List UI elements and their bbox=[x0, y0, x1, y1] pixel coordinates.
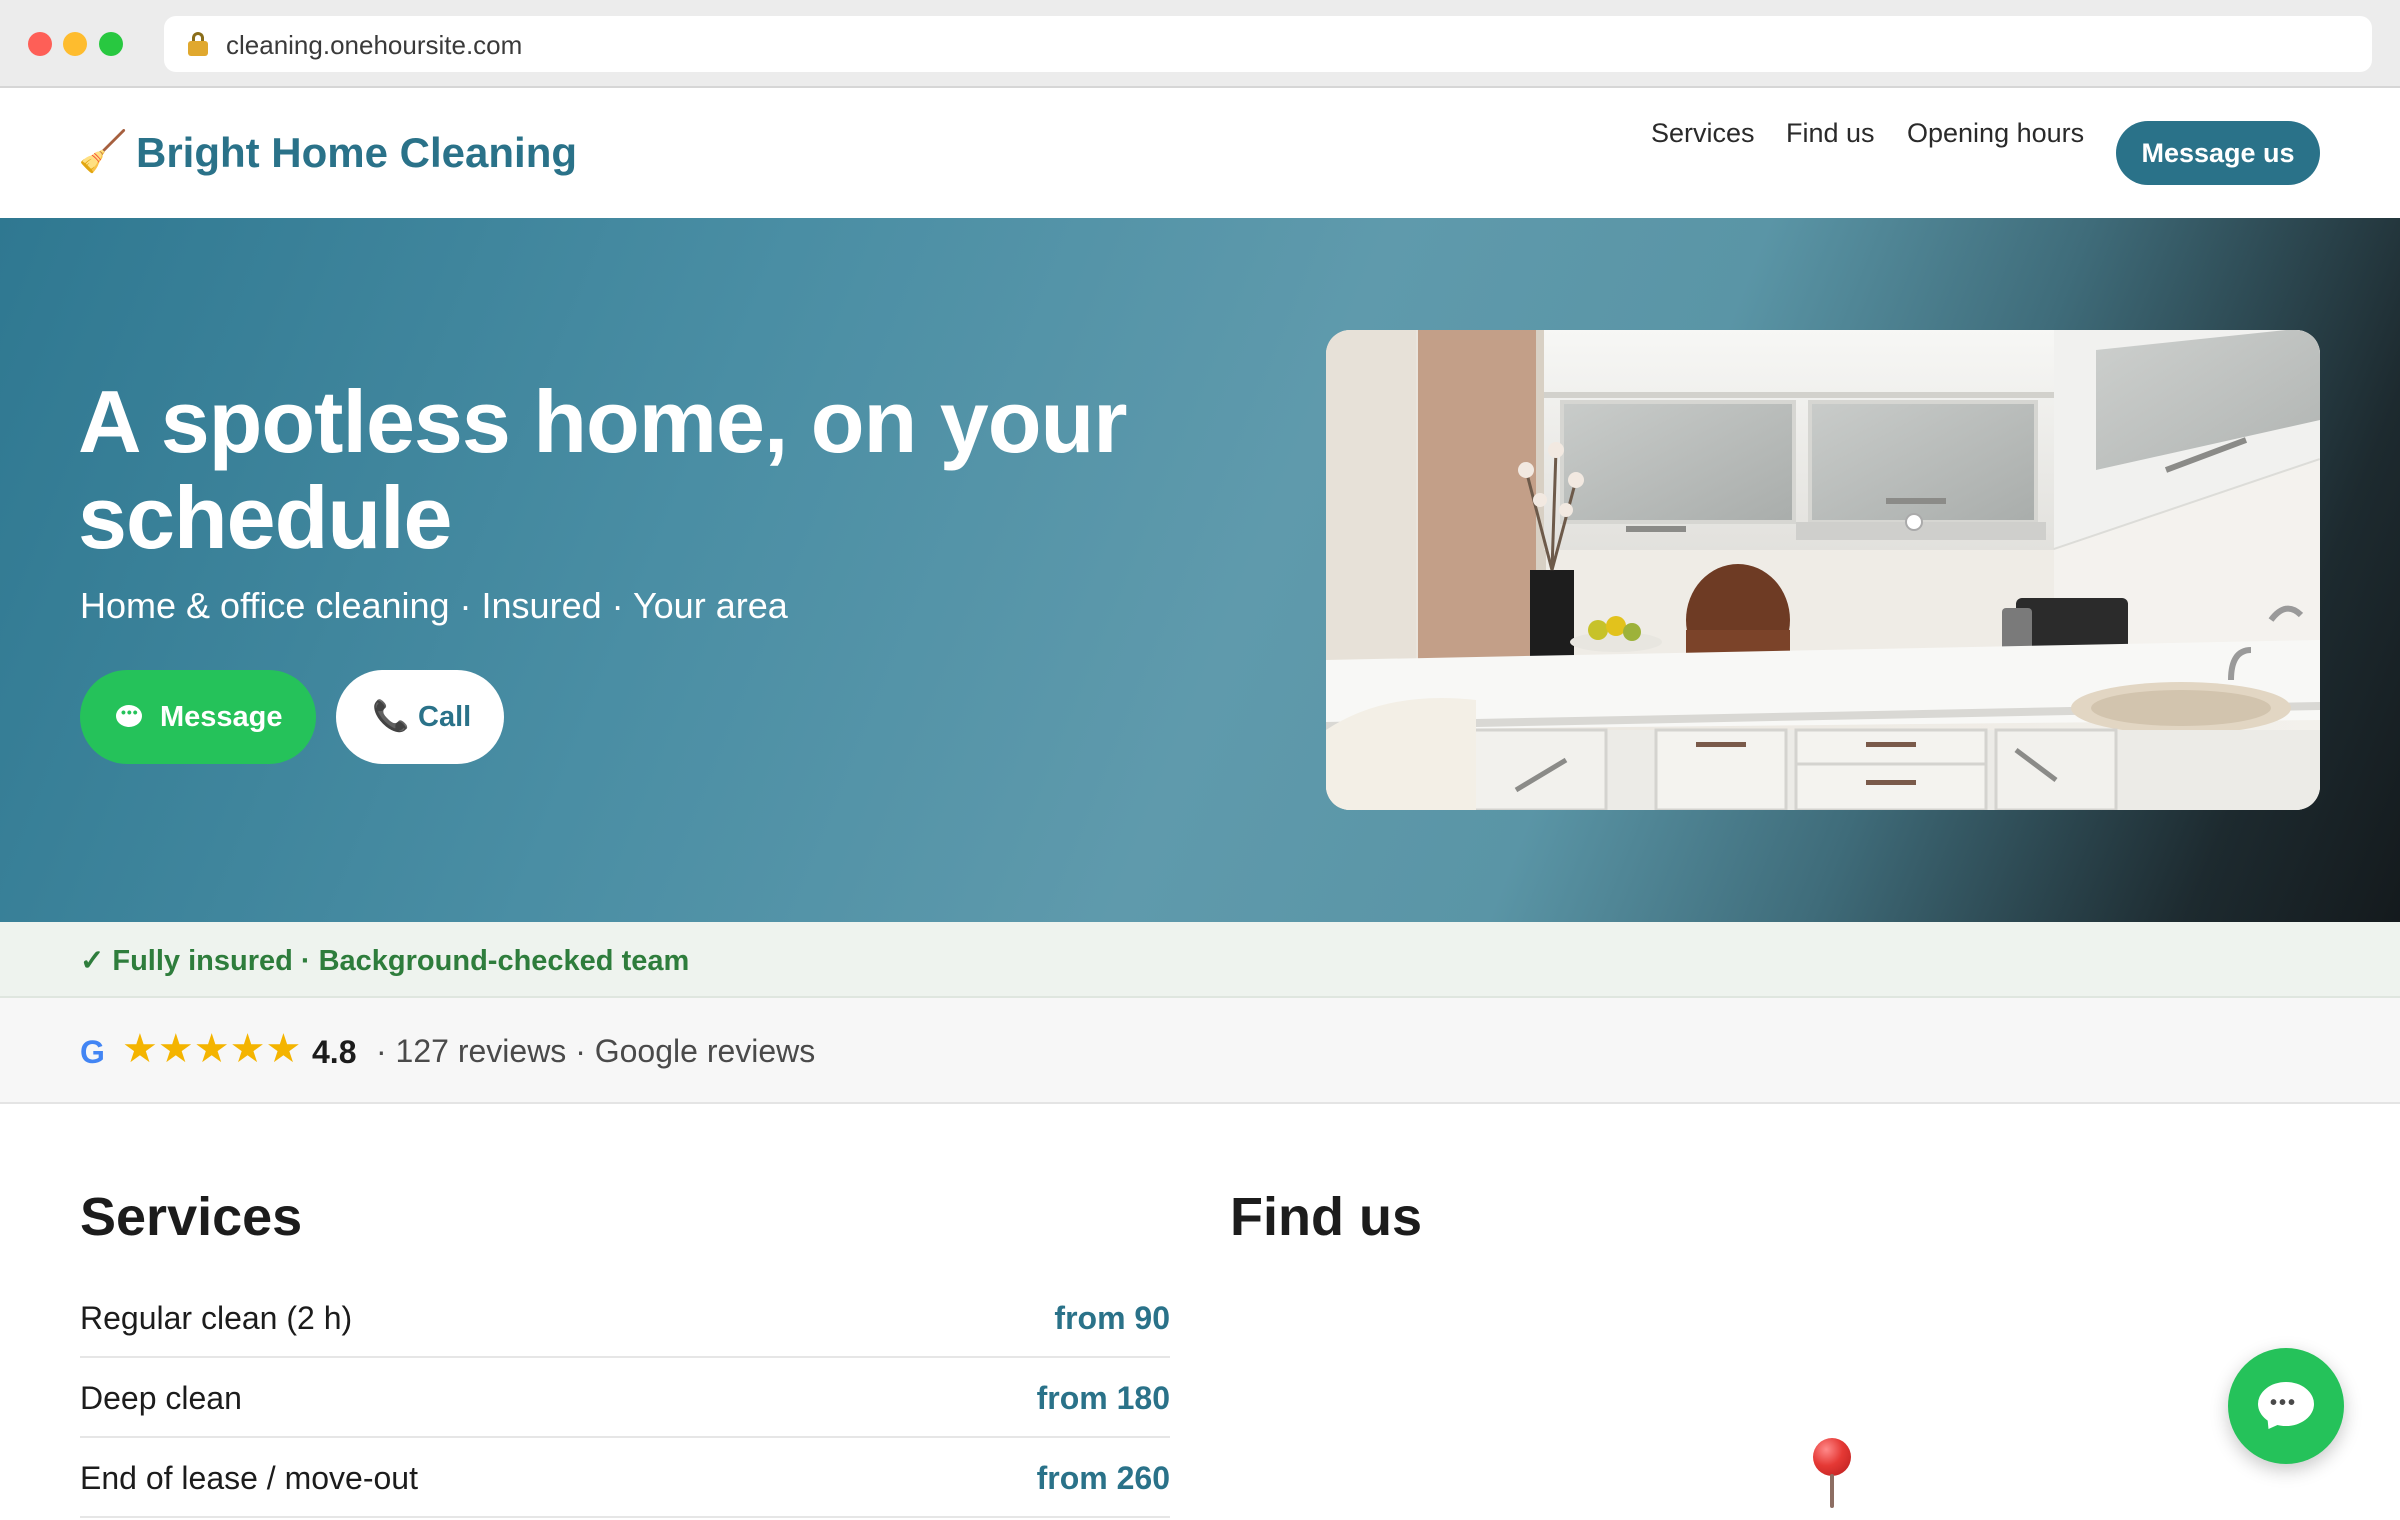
chat-dots-icon: ••• bbox=[121, 704, 139, 720]
rating-value: 4.8 bbox=[312, 1034, 357, 1070]
service-name: Regular clean (2 h) bbox=[80, 1300, 353, 1336]
site-header: 🧹 Bright Home Cleaning Services Find us … bbox=[0, 88, 2400, 218]
hero-message-label: Message bbox=[160, 701, 283, 733]
hero-title: A spotless home, on your schedule bbox=[78, 372, 1127, 567]
broom-icon: 🧹 bbox=[78, 130, 128, 174]
nav-link-opening-hours[interactable]: Opening hours bbox=[1907, 116, 2084, 150]
find-us-heading: Find us bbox=[1230, 1187, 1422, 1247]
rating-stars: ★★★★★ bbox=[122, 1027, 302, 1071]
nav-link-find-us[interactable]: Find us bbox=[1786, 116, 1875, 150]
services-heading: Services bbox=[80, 1187, 303, 1247]
browser-chrome: cleaning.onehoursite.com bbox=[0, 0, 2400, 88]
hero-call-label: Call bbox=[418, 701, 472, 733]
reviews-bar: G ★★★★★ 4.8 · 127 reviews · Google revie… bbox=[0, 998, 2400, 1104]
hero-subtitle: Home & office cleaning · Insured · Your … bbox=[80, 585, 788, 626]
address-bar[interactable]: cleaning.onehoursite.com bbox=[164, 16, 2372, 72]
url-text: cleaning.onehoursite.com bbox=[226, 30, 523, 60]
trust-banner: ✓ Fully insured · Background-checked tea… bbox=[0, 922, 2400, 998]
service-row: Deep clean from 180 bbox=[80, 1358, 1170, 1438]
review-count[interactable]: · 127 reviews · Google reviews bbox=[376, 1032, 815, 1070]
phone-icon: 📞 bbox=[372, 700, 410, 733]
floating-chat-button[interactable]: ••• bbox=[2228, 1348, 2344, 1464]
window-close-button[interactable] bbox=[28, 32, 52, 56]
service-name: Deep clean bbox=[80, 1380, 242, 1416]
hero-call-button[interactable]: 📞 Call bbox=[336, 670, 504, 764]
lock-icon bbox=[188, 32, 208, 56]
service-row: End of lease / move-out from 260 bbox=[80, 1438, 1170, 1518]
service-price: from 180 bbox=[1036, 1380, 1170, 1416]
service-price: from 260 bbox=[1036, 1460, 1170, 1496]
pushpin-icon[interactable] bbox=[1808, 1438, 1856, 1510]
window-maximize-button[interactable] bbox=[99, 32, 123, 56]
service-name: End of lease / move-out bbox=[80, 1460, 418, 1496]
window-minimize-button[interactable] bbox=[63, 32, 87, 56]
google-icon: G bbox=[80, 1034, 105, 1070]
hero-message-button[interactable]: ••• Message bbox=[80, 670, 316, 764]
chat-dots-icon: ••• bbox=[2270, 1392, 2298, 1414]
message-us-button[interactable]: Message us bbox=[2116, 121, 2320, 185]
nav-link-services[interactable]: Services bbox=[1651, 116, 1755, 150]
service-row: Regular clean (2 h) from 90 bbox=[80, 1278, 1170, 1358]
kitchen-photo bbox=[1326, 330, 2320, 810]
hero-section: A spotless home, on your schedule Home &… bbox=[0, 218, 2400, 922]
service-price: from 90 bbox=[1054, 1300, 1170, 1336]
brand-name[interactable]: Bright Home Cleaning bbox=[136, 128, 577, 178]
trust-text: ✓ Fully insured · Background-checked tea… bbox=[80, 945, 690, 977]
